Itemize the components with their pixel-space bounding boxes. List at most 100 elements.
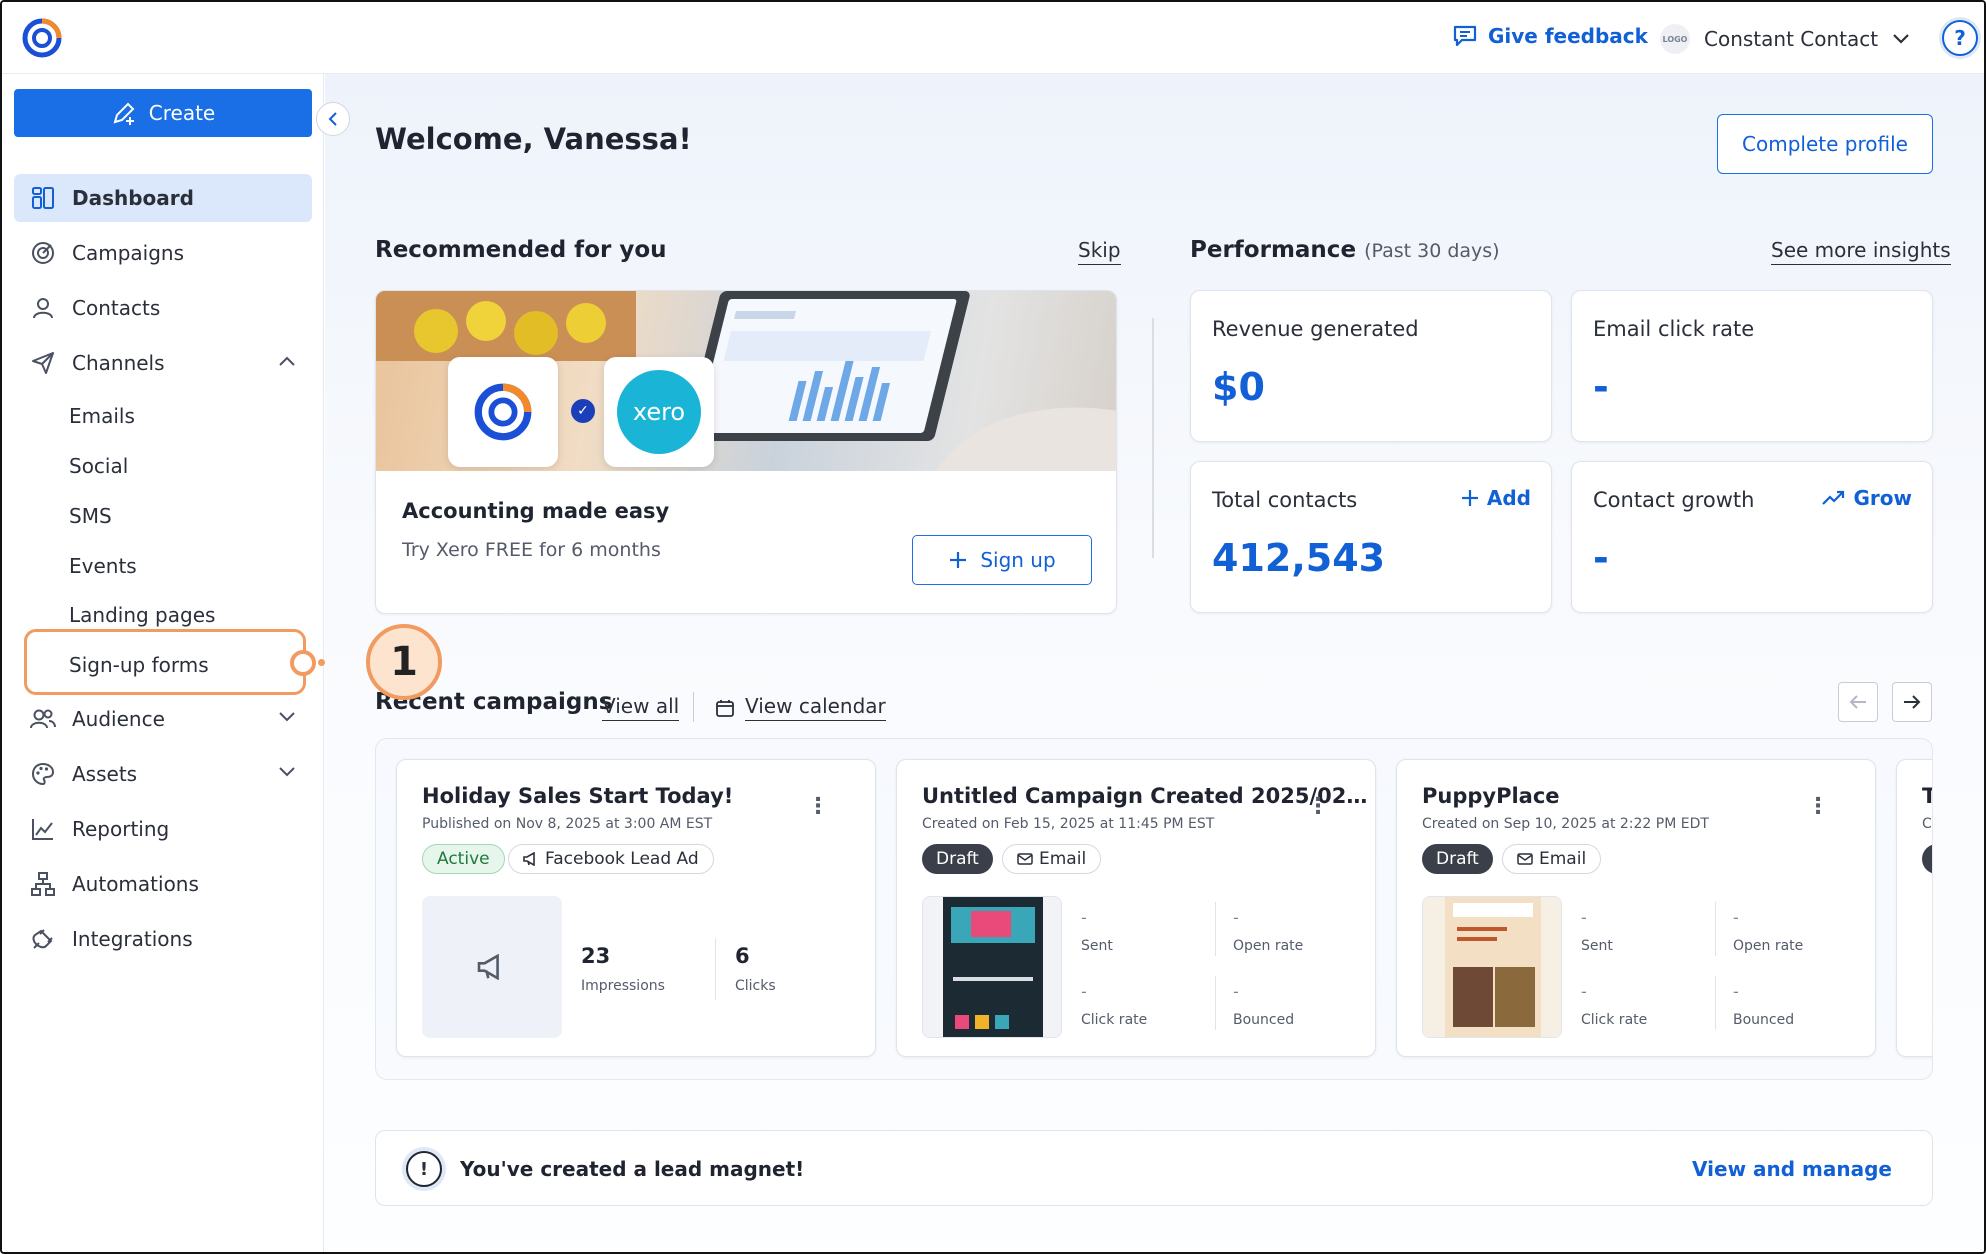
click-rate-label: Click rate (1081, 1012, 1148, 1028)
campaign-title: Holiday Sales Start Today! (422, 784, 734, 808)
paper-plane-icon (30, 350, 56, 376)
account-name: Constant Contact (1704, 27, 1879, 51)
open-rate-value: - (1733, 908, 1739, 927)
contact-growth-tile[interactable]: Contact growth - Grow (1571, 461, 1933, 613)
sidebar-item-dashboard[interactable]: Dashboard (14, 174, 312, 222)
skip-link[interactable]: Skip (1078, 238, 1121, 265)
view-and-manage-link[interactable]: View and manage (1692, 1157, 1892, 1181)
revenue-tile[interactable]: Revenue generated $0 (1190, 290, 1552, 442)
automations-icon (30, 871, 56, 897)
sidebar-item-assets[interactable]: Assets (14, 750, 312, 798)
email-preview-illustration (923, 897, 1061, 1037)
more-options-icon[interactable]: ⋮ (1307, 794, 1329, 819)
collapse-sidebar-button[interactable] (316, 102, 350, 136)
sign-up-button[interactable]: Sign up (912, 535, 1092, 585)
plus-icon (950, 552, 967, 568)
sidebar-item-contacts[interactable]: Contacts (14, 284, 312, 332)
sidebar-sub-events[interactable]: Events (69, 554, 137, 578)
click-rate-value: - (1581, 982, 1587, 1001)
calendar-icon (716, 699, 734, 717)
sent-label: Sent (1581, 938, 1613, 954)
sidebar-item-label: Campaigns (72, 241, 185, 265)
account-switcher[interactable]: LOGO Constant Contact (1660, 24, 1910, 54)
sidebar-item-channels[interactable]: Channels (14, 339, 312, 387)
xero-tile: xero (604, 357, 714, 467)
sidebar-item-label: Dashboard (72, 186, 194, 210)
trend-up-icon (1821, 490, 1844, 505)
sidebar-sub-sms[interactable]: SMS (69, 504, 112, 528)
status-badge (1922, 844, 1932, 874)
callout-number-badge: 1 (366, 624, 442, 700)
click-rate-value: - (1081, 982, 1087, 1001)
checkmark-icon: ✓ (571, 399, 595, 423)
dashboard-icon (30, 185, 56, 211)
see-more-insights-link[interactable]: See more insights (1771, 238, 1951, 265)
recommendation-card: ✓ xero Accounting made easy Try Xero FRE… (375, 290, 1117, 614)
view-all-link[interactable]: View all (602, 694, 680, 721)
create-button[interactable]: Create (14, 89, 312, 137)
carousel-next-button[interactable] (1892, 682, 1932, 722)
add-contacts-link[interactable]: Add (1461, 486, 1531, 510)
campaign-meta: Created on Feb 15, 2025 at 11:45 PM EST (922, 816, 1215, 832)
signup-forms-highlight (24, 629, 306, 695)
constant-contact-logo-icon[interactable] (20, 16, 64, 60)
campaign-card[interactable]: PuppyPlace Created on Sep 10, 2025 at 2:… (1396, 759, 1876, 1057)
carousel-prev-button[interactable] (1838, 682, 1878, 722)
sidebar-item-reporting[interactable]: Reporting (14, 805, 312, 853)
campaign-card[interactable]: Holiday Sales Start Today! Published on … (396, 759, 876, 1057)
help-button[interactable]: ? (1942, 20, 1978, 56)
constant-contact-tile (448, 357, 558, 467)
link-separator (693, 692, 694, 722)
sidebar-item-audience[interactable]: Audience (14, 695, 312, 743)
campaign-type-label: Email (1539, 849, 1587, 869)
plus-icon (1461, 490, 1478, 506)
sidebar-item-integrations[interactable]: Integrations (14, 915, 312, 963)
give-feedback-link[interactable]: Give feedback (1452, 24, 1648, 48)
help-icon: ? (1954, 26, 1966, 50)
perf-label: Revenue generated (1212, 317, 1419, 341)
grow-label: Grow (1853, 486, 1913, 510)
open-rate-label: Open rate (1233, 938, 1304, 954)
megaphone-icon (477, 954, 499, 980)
audience-icon (30, 706, 56, 732)
more-options-icon[interactable]: ⋮ (1807, 794, 1829, 819)
chevron-down-icon (278, 707, 296, 728)
campaign-meta: Published on Nov 8, 2025 at 3:00 AM EST (422, 816, 713, 832)
sidebar-sub-landing-pages[interactable]: Landing pages (69, 603, 215, 627)
sidebar-item-label: Audience (72, 707, 165, 731)
campaign-card-partial[interactable]: T C (1896, 759, 1932, 1057)
sent-value: - (1581, 908, 1587, 927)
status-badge: Draft (1422, 844, 1493, 874)
bounced-label: Bounced (1233, 1012, 1295, 1028)
stat-divider (1215, 902, 1216, 956)
create-label: Create (148, 101, 216, 125)
contacts-icon (30, 295, 56, 321)
campaign-thumbnail (422, 896, 562, 1038)
recommended-title: Recommended for you (375, 237, 667, 263)
perf-label: Email click rate (1593, 317, 1755, 341)
campaign-card[interactable]: Untitled Campaign Created 2025/02… Creat… (896, 759, 1376, 1057)
campaign-title: Untitled Campaign Created 2025/02… (922, 784, 1368, 808)
performance-title: Performance (Past 30 days) (1190, 237, 1500, 263)
sidebar-sub-emails[interactable]: Emails (69, 404, 135, 428)
stat-divider (715, 938, 716, 1000)
chevron-up-icon (278, 351, 296, 372)
sidebar-item-automations[interactable]: Automations (14, 860, 312, 908)
sidebar-sub-social[interactable]: Social (69, 454, 128, 478)
view-calendar-link[interactable]: View calendar (715, 694, 886, 721)
grow-link[interactable]: Grow (1821, 486, 1913, 510)
more-options-icon[interactable]: ⋮ (807, 794, 829, 819)
bounced-value: - (1233, 982, 1239, 1001)
performance-period: (Past 30 days) (1364, 240, 1500, 262)
section-divider (1152, 318, 1154, 558)
campaign-type-label: Facebook Lead Ad (545, 849, 699, 869)
sidebar-item-campaigns[interactable]: Campaigns (14, 229, 312, 277)
recommendation-title: Accounting made easy (402, 499, 670, 523)
chevron-down-icon (278, 762, 296, 783)
add-label: Add (1486, 486, 1531, 510)
email-click-rate-tile[interactable]: Email click rate - (1571, 290, 1933, 442)
envelope-icon (1017, 853, 1033, 865)
complete-profile-button[interactable]: Complete profile (1717, 114, 1933, 174)
total-contacts-tile[interactable]: Total contacts 412,543 Add (1190, 461, 1552, 613)
recent-campaigns-carousel: Holiday Sales Start Today! Published on … (375, 738, 1933, 1080)
